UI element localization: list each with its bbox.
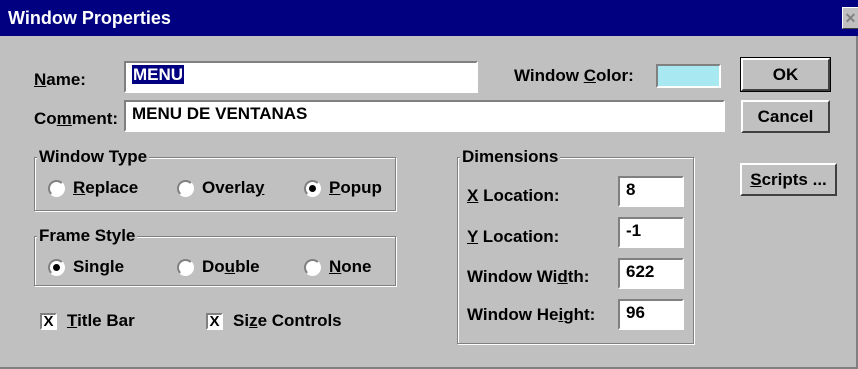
title-bar-checkbox-label: Title Bar bbox=[67, 311, 135, 330]
y-location-label: Y Location: bbox=[467, 227, 560, 246]
window-width-input[interactable]: 622 bbox=[618, 258, 684, 289]
x-location-value: 8 bbox=[626, 180, 636, 199]
y-location-input[interactable]: -1 bbox=[618, 217, 684, 248]
radio-double-label: Double bbox=[202, 257, 260, 276]
radio-single[interactable]: Single bbox=[48, 257, 124, 277]
radio-none[interactable]: None bbox=[304, 257, 372, 277]
name-label: Name: bbox=[34, 70, 86, 89]
radio-overlay-label: Overlay bbox=[202, 178, 265, 197]
name-input[interactable]: MENU bbox=[124, 61, 478, 93]
radio-none-label: None bbox=[329, 257, 372, 276]
dimensions-title: Dimensions bbox=[460, 147, 561, 167]
window-width-label: Window Width: bbox=[467, 267, 590, 286]
window-type-title: Window Type bbox=[37, 147, 150, 167]
radio-popup[interactable]: Popup bbox=[304, 178, 382, 198]
window-height-label: Window Height: bbox=[467, 305, 596, 324]
window-title: Window Properties bbox=[8, 8, 171, 28]
radio-double-dot[interactable] bbox=[177, 258, 194, 276]
size-controls-checkbox-box[interactable]: X bbox=[206, 312, 223, 330]
radio-double[interactable]: Double bbox=[177, 257, 260, 277]
cancel-button[interactable]: Cancel bbox=[741, 100, 830, 133]
radio-overlay-dot[interactable] bbox=[177, 179, 194, 197]
radio-popup-dot[interactable] bbox=[304, 179, 321, 197]
radio-single-dot[interactable] bbox=[48, 258, 65, 276]
size-controls-checkbox-label: Size Controls bbox=[233, 311, 342, 330]
radio-popup-label: Popup bbox=[329, 178, 382, 197]
radio-none-dot[interactable] bbox=[304, 258, 321, 276]
comment-label: Comment: bbox=[34, 109, 119, 128]
name-value: MENU bbox=[132, 65, 185, 84]
radio-single-label: Single bbox=[73, 257, 125, 276]
radio-replace-dot[interactable] bbox=[48, 179, 65, 197]
window-height-input[interactable]: 96 bbox=[618, 299, 684, 330]
radio-replace[interactable]: Replace bbox=[48, 178, 138, 198]
window-width-value: 622 bbox=[626, 262, 655, 281]
radio-overlay[interactable]: Overlay bbox=[177, 178, 264, 198]
scripts-button[interactable]: Scripts ... bbox=[740, 163, 837, 196]
window-properties-dialog: Window Properties ✕ Name: MENU Window Co… bbox=[0, 0, 858, 369]
x-location-input[interactable]: 8 bbox=[618, 176, 684, 207]
x-location-label: X Location: bbox=[467, 186, 560, 205]
title-bar-checkbox-box[interactable]: X bbox=[40, 312, 57, 330]
y-location-value: -1 bbox=[626, 221, 642, 240]
comment-input[interactable]: MENU DE VENTANAS bbox=[124, 100, 725, 132]
frame-style-title: Frame Style bbox=[37, 226, 138, 246]
checkbox-size-controls[interactable]: X Size Controls bbox=[206, 311, 342, 331]
window-color-label: Window Color: bbox=[514, 66, 634, 85]
checkbox-title-bar[interactable]: X Title Bar bbox=[40, 311, 135, 331]
window-height-value: 96 bbox=[626, 303, 645, 322]
window-color-swatch[interactable] bbox=[656, 64, 721, 88]
ok-button[interactable]: OK bbox=[740, 57, 831, 92]
close-icon[interactable]: ✕ bbox=[842, 7, 858, 29]
radio-replace-label: Replace bbox=[73, 178, 139, 197]
comment-value: MENU DE VENTANAS bbox=[132, 104, 308, 123]
title-bar[interactable]: Window Properties ✕ bbox=[0, 0, 858, 36]
